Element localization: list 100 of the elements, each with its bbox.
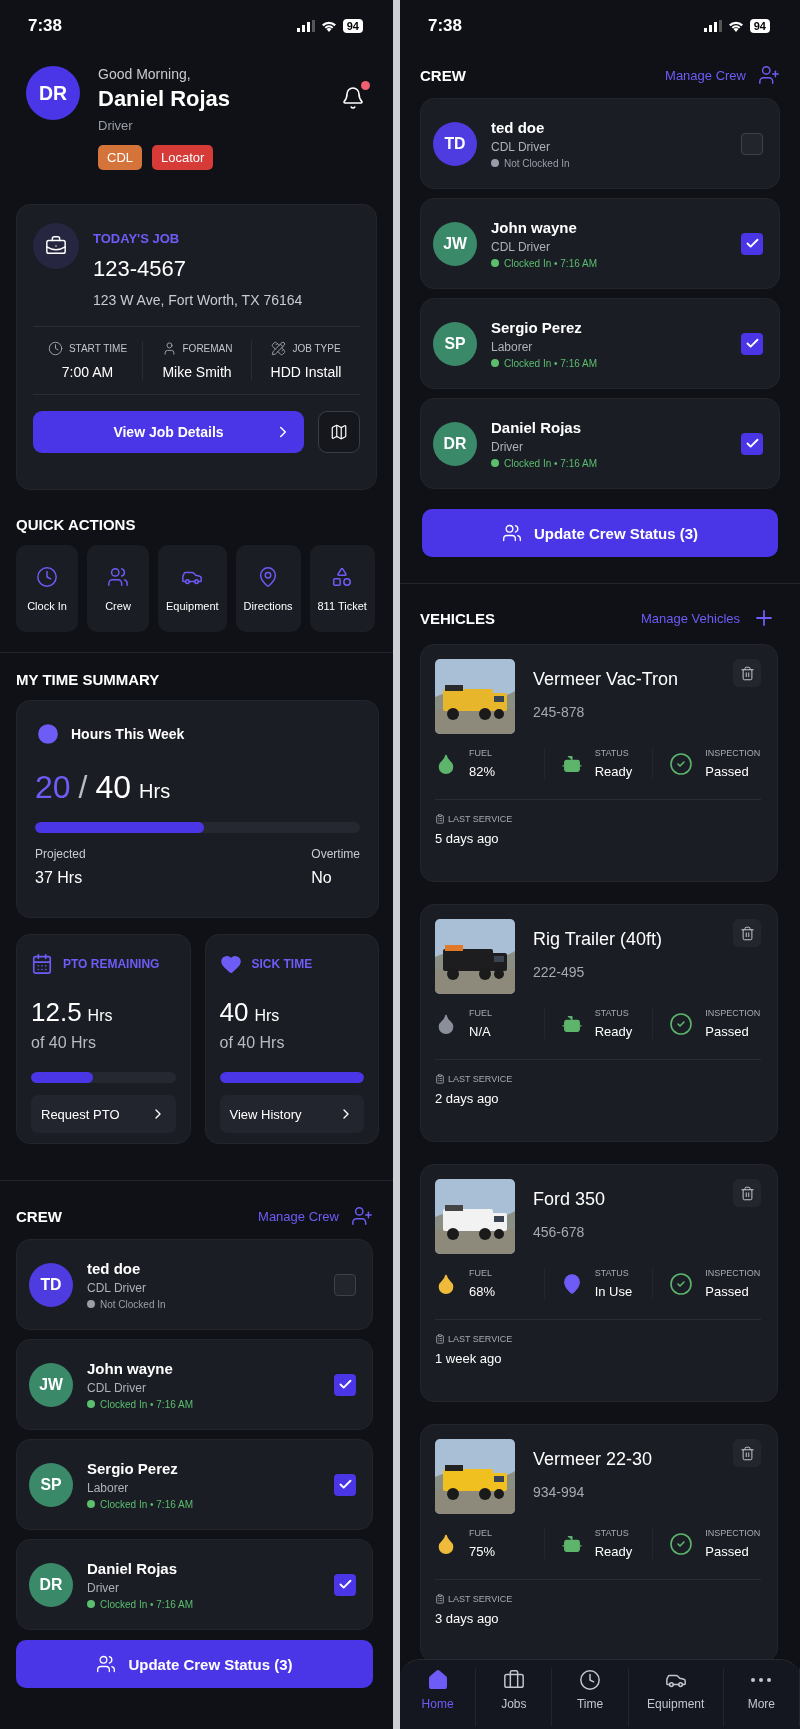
member-name: Daniel Rojas: [491, 418, 583, 436]
detail-label: JOB TYPE: [292, 343, 341, 354]
quick-action-tile[interactable]: Crew: [87, 545, 149, 632]
tools-icon: [271, 341, 287, 356]
member-checkbox[interactable]: [334, 1473, 356, 1496]
member-name: John wayne: [491, 218, 578, 236]
member-name: John wayne: [87, 1359, 174, 1377]
nav-tab[interactable]: More: [723, 1668, 800, 1726]
manage-crew-link[interactable]: Manage Crew: [665, 64, 780, 86]
overtime-label: Overtime: [311, 847, 360, 861]
delete-button[interactable]: [733, 1439, 761, 1467]
member-avatar: DR: [29, 1562, 73, 1607]
member-checkbox[interactable]: [334, 1273, 356, 1296]
inspection-label: INSPECTION: [705, 1268, 761, 1278]
crew-member-card[interactable]: SP Sergio Perez Laborer Clocked In • 7:16 AM: [16, 1439, 373, 1530]
delete-button[interactable]: [733, 1179, 761, 1207]
member-name: Sergio Perez: [491, 318, 583, 336]
clipboard-icon: [435, 1594, 445, 1604]
crew-member-card[interactable]: JW John wayne CDL Driver Clocked In • 7:16 AM: [16, 1339, 373, 1430]
member-checkbox[interactable]: [741, 132, 763, 155]
delete-button[interactable]: [733, 659, 761, 687]
update-crew-status-button[interactable]: Update Crew Status (3): [422, 509, 778, 557]
member-avatar: DR: [433, 421, 477, 466]
nav-tab[interactable]: Equipment: [628, 1668, 724, 1726]
inspection-value: Passed: [705, 1024, 750, 1039]
member-name: ted doe: [87, 1259, 142, 1277]
inspection-value: Passed: [705, 764, 750, 779]
check-circle-icon: [669, 1531, 694, 1556]
balance-action-button[interactable]: Request PTO: [31, 1095, 176, 1133]
users-icon: [107, 565, 129, 588]
hours-total: 40: [95, 769, 132, 806]
trash-icon: [739, 1185, 755, 1201]
job-number: 123-4567: [93, 256, 187, 282]
balance-title: SICK TIME: [251, 957, 313, 971]
member-avatar: TD: [433, 121, 477, 166]
member-checkbox[interactable]: [741, 332, 763, 355]
trash-icon: [739, 925, 755, 941]
manage-vehicles-link[interactable]: Manage Vehicles: [641, 606, 776, 630]
view-job-details-button[interactable]: View Job Details: [33, 411, 304, 453]
check-icon: [744, 336, 760, 351]
quick-action-tile[interactable]: Equipment: [158, 545, 227, 632]
service-label: LAST SERVICE: [448, 1074, 513, 1084]
crew-member-card[interactable]: DR Daniel Rojas Driver Clocked In • 7:16 AM: [16, 1539, 373, 1630]
users-icon: [96, 1654, 117, 1674]
quick-action-tile[interactable]: Clock In: [16, 545, 78, 632]
update-crew-status-button[interactable]: Update Crew Status (3): [16, 1640, 373, 1688]
vehicle-name: Ford 350: [533, 1189, 606, 1210]
member-checkbox[interactable]: [334, 1373, 356, 1396]
quick-action-tile[interactable]: Directions: [235, 545, 301, 632]
crew-member-card[interactable]: SP Sergio Perez Laborer Clocked In • 7:16 AM: [420, 298, 780, 389]
status-label: STATUS: [594, 1008, 630, 1018]
inspection-value: Passed: [705, 1544, 750, 1559]
wifi-icon: [320, 20, 337, 32]
heart-icon: [219, 953, 242, 975]
person-icon: [161, 341, 177, 356]
crew-member-card[interactable]: JW John wayne CDL Driver Clocked In • 7:16 AM: [420, 198, 780, 289]
balance-title: PTO REMAINING: [63, 957, 160, 971]
job-label: TODAY'S JOB: [93, 231, 181, 246]
fuel-label: FUEL: [469, 1268, 493, 1278]
projected-value: 37 Hrs: [35, 869, 84, 887]
inspection-label: INSPECTION: [705, 1008, 761, 1018]
nav-tab[interactable]: Home: [400, 1668, 477, 1726]
balance-total: of 40 Hrs: [219, 1034, 286, 1052]
map-button[interactable]: [318, 411, 360, 453]
role-tag: CDL: [98, 145, 142, 170]
vehicle-name: Vermeer Vac-Tron: [533, 669, 679, 690]
status-label: STATUS: [594, 1268, 630, 1278]
member-role: Laborer: [87, 1480, 130, 1495]
inspection-label: INSPECTION: [705, 1528, 761, 1538]
more-icon: [751, 1678, 772, 1682]
member-role: CDL Driver: [491, 139, 551, 154]
hours-worked: 20: [35, 769, 71, 806]
nav-tab[interactable]: Time: [552, 1668, 629, 1726]
fuel-value: 82%: [469, 764, 496, 779]
service-label: LAST SERVICE: [448, 1334, 513, 1344]
member-checkbox[interactable]: [334, 1573, 356, 1596]
service-label: LAST SERVICE: [448, 1594, 513, 1604]
hours-title: Hours This Week: [71, 726, 185, 742]
delete-button[interactable]: [733, 919, 761, 947]
member-checkbox[interactable]: [741, 232, 763, 255]
member-avatar: TD: [29, 1262, 73, 1307]
balance-action-button[interactable]: View History: [219, 1095, 364, 1133]
vehicle-name: Rig Trailer (40ft): [533, 929, 663, 950]
quick-action-tile[interactable]: 811 Ticket: [309, 545, 375, 632]
status-label: STATUS: [594, 1528, 630, 1538]
crew-member-card[interactable]: DR Daniel Rojas Driver Clocked In • 7:16 AM: [420, 398, 780, 489]
member-checkbox[interactable]: [741, 432, 763, 455]
crew-member-card[interactable]: TD ted doe CDL Driver Not Clocked In: [16, 1239, 373, 1330]
manage-crew-link[interactable]: Manage Crew: [258, 1205, 373, 1227]
detail-value: HDD Install: [270, 364, 342, 380]
status-value: In Use: [594, 1284, 633, 1299]
service-value: 2 days ago: [435, 1091, 500, 1106]
greeting: Good Morning,: [98, 66, 192, 82]
balance-value: 40: [219, 997, 249, 1028]
crew-member-card[interactable]: TD ted doe CDL Driver Not Clocked In: [420, 98, 780, 189]
wifi-icon: [727, 20, 744, 32]
fuel-label: FUEL: [469, 1008, 492, 1018]
member-role: CDL Driver: [87, 1280, 147, 1295]
nav-tab[interactable]: Jobs: [476, 1668, 553, 1726]
clock-status: Clocked In • 7:16 AM: [100, 1598, 193, 1610]
